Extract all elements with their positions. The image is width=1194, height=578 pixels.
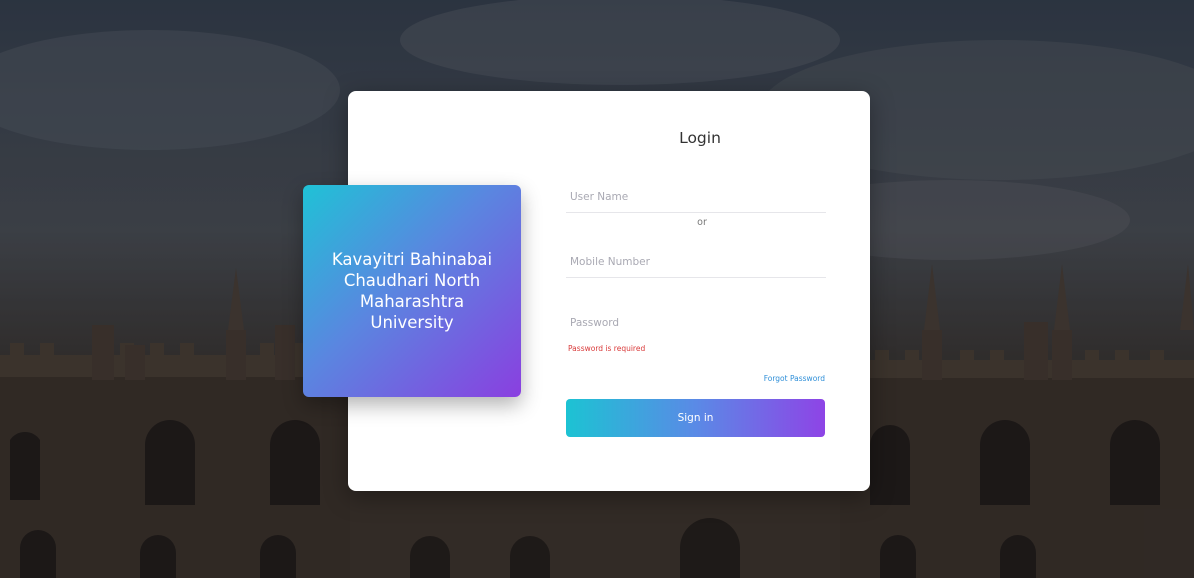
sign-in-button[interactable]: Sign in xyxy=(566,399,825,437)
mobile-number-input[interactable] xyxy=(566,247,826,278)
university-name: Kavayitri Bahinabai Chaudhari North Maha… xyxy=(331,250,493,332)
or-separator: or xyxy=(697,217,707,228)
username-input[interactable] xyxy=(566,182,826,213)
forgot-password-link[interactable]: Forgot Password xyxy=(764,374,825,383)
password-error-message: Password is required xyxy=(568,344,646,353)
university-brand-panel: Kavayitri Bahinabai Chaudhari North Maha… xyxy=(303,185,521,397)
password-input[interactable] xyxy=(566,308,826,338)
login-title: Login xyxy=(679,129,721,147)
